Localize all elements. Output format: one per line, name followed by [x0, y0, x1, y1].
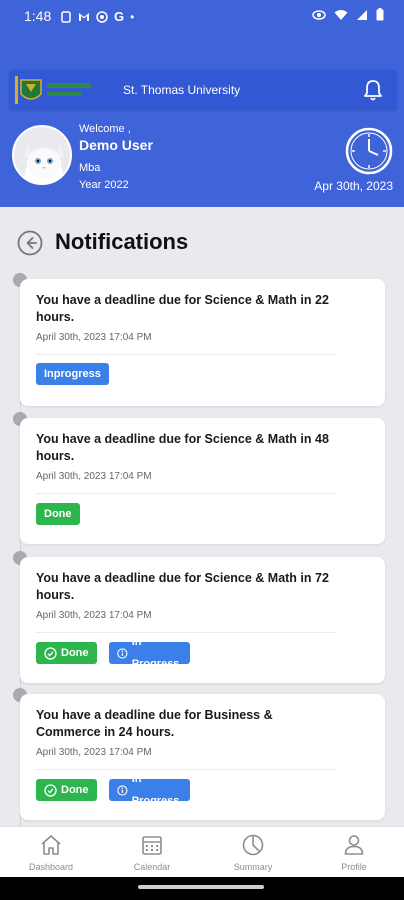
nav-label: Dashboard — [28, 862, 74, 872]
notification-timestamp: April 30th, 2023 17:04 PM — [36, 747, 152, 758]
notification-timestamp: April 30th, 2023 17:04 PM — [36, 471, 152, 482]
cat-avatar-image — [14, 127, 70, 183]
more-notifications-dot: • — [130, 9, 135, 24]
badge-label: Done — [44, 508, 72, 520]
check-circle-icon — [44, 646, 57, 660]
notification-card[interactable]: You have a deadline due for Science & Ma… — [20, 557, 385, 683]
current-date: Apr 30th, 2023 — [314, 179, 393, 193]
avatar[interactable] — [12, 125, 72, 185]
badge-label: In Progress — [131, 773, 180, 807]
notification-message: You have a deadline due for Science & Ma… — [36, 432, 329, 463]
notification-timestamp: April 30th, 2023 17:04 PM — [36, 332, 152, 343]
badge-label: Done — [61, 784, 89, 796]
status-system-icons — [312, 8, 384, 21]
gmail-icon — [79, 12, 89, 21]
info-circle-icon — [117, 784, 128, 796]
check-circle-icon — [44, 783, 57, 797]
status-time: 1:48 — [24, 8, 52, 24]
status-notification-icons: G • — [60, 9, 134, 24]
gesture-handle[interactable] — [138, 885, 264, 889]
badge-label: In Progress — [131, 636, 180, 670]
status-badge-done[interactable]: Done — [36, 642, 97, 664]
signal-icon — [357, 9, 367, 20]
notification-message: You have a deadline due for Science & Ma… — [36, 571, 329, 602]
notification-card[interactable]: You have a deadline due for Science & Ma… — [20, 279, 385, 406]
notification-card[interactable]: You have a deadline due for Business & C… — [20, 694, 385, 820]
status-badge-done[interactable]: Done — [36, 503, 80, 525]
user-name: Demo User — [79, 137, 153, 153]
target-icon — [96, 10, 108, 23]
university-bar: St. Thomas University — [9, 70, 397, 110]
badge-label: Done — [61, 647, 89, 659]
divider — [36, 354, 336, 355]
nav-profile[interactable]: Profile — [319, 833, 389, 877]
notification-message: You have a deadline due for Business & C… — [36, 708, 273, 739]
app-header: 1:48 G • St. Thomas University Welcome ,… — [0, 0, 404, 207]
clock-icon — [345, 127, 393, 175]
status-badge-in-progress[interactable]: In Progress — [109, 773, 190, 807]
nav-label: Calendar — [133, 862, 171, 872]
summary-icon — [242, 834, 264, 856]
nav-label: Profile — [341, 862, 367, 872]
page-title: Notifications — [55, 229, 189, 254]
university-logo — [15, 76, 91, 104]
sim-icon — [61, 10, 71, 23]
program-year: Year 2022 — [79, 179, 129, 191]
nav-summary[interactable]: Summary — [218, 833, 288, 877]
profile-icon — [344, 835, 364, 855]
badge-label: Inprogress — [44, 368, 101, 380]
back-arrow-icon[interactable] — [17, 230, 43, 256]
bell-icon[interactable] — [361, 78, 385, 102]
welcome-text: Welcome , — [79, 123, 131, 135]
notification-timestamp: April 30th, 2023 17:04 PM — [36, 610, 152, 621]
status-badge-inprogress[interactable]: Inprogress — [36, 363, 109, 385]
divider — [36, 769, 336, 770]
notification-message: You have a deadline due for Science & Ma… — [36, 293, 329, 324]
program-name: Mba — [79, 162, 101, 174]
calendar-icon — [142, 836, 162, 855]
status-badge-in-progress[interactable]: In Progress — [109, 636, 190, 670]
info-circle-icon — [117, 647, 128, 659]
nav-label: Summary — [233, 862, 273, 872]
battery-icon — [376, 8, 384, 21]
status-bar: 1:48 G • — [0, 0, 404, 34]
nav-dashboard[interactable]: Dashboard — [16, 833, 86, 877]
wifi-icon — [334, 9, 348, 20]
data-saver-icon — [312, 9, 326, 20]
home-icon — [41, 835, 61, 855]
nav-calendar[interactable]: Calendar — [117, 833, 187, 877]
notification-card[interactable]: You have a deadline due for Science & Ma… — [20, 418, 385, 544]
divider — [36, 632, 336, 633]
status-badge-done[interactable]: Done — [36, 779, 97, 801]
divider — [36, 493, 336, 494]
university-name: St. Thomas University — [123, 83, 241, 97]
google-icon: G — [114, 9, 125, 24]
bottom-nav: Dashboard Calendar Summary Profile — [0, 826, 404, 877]
